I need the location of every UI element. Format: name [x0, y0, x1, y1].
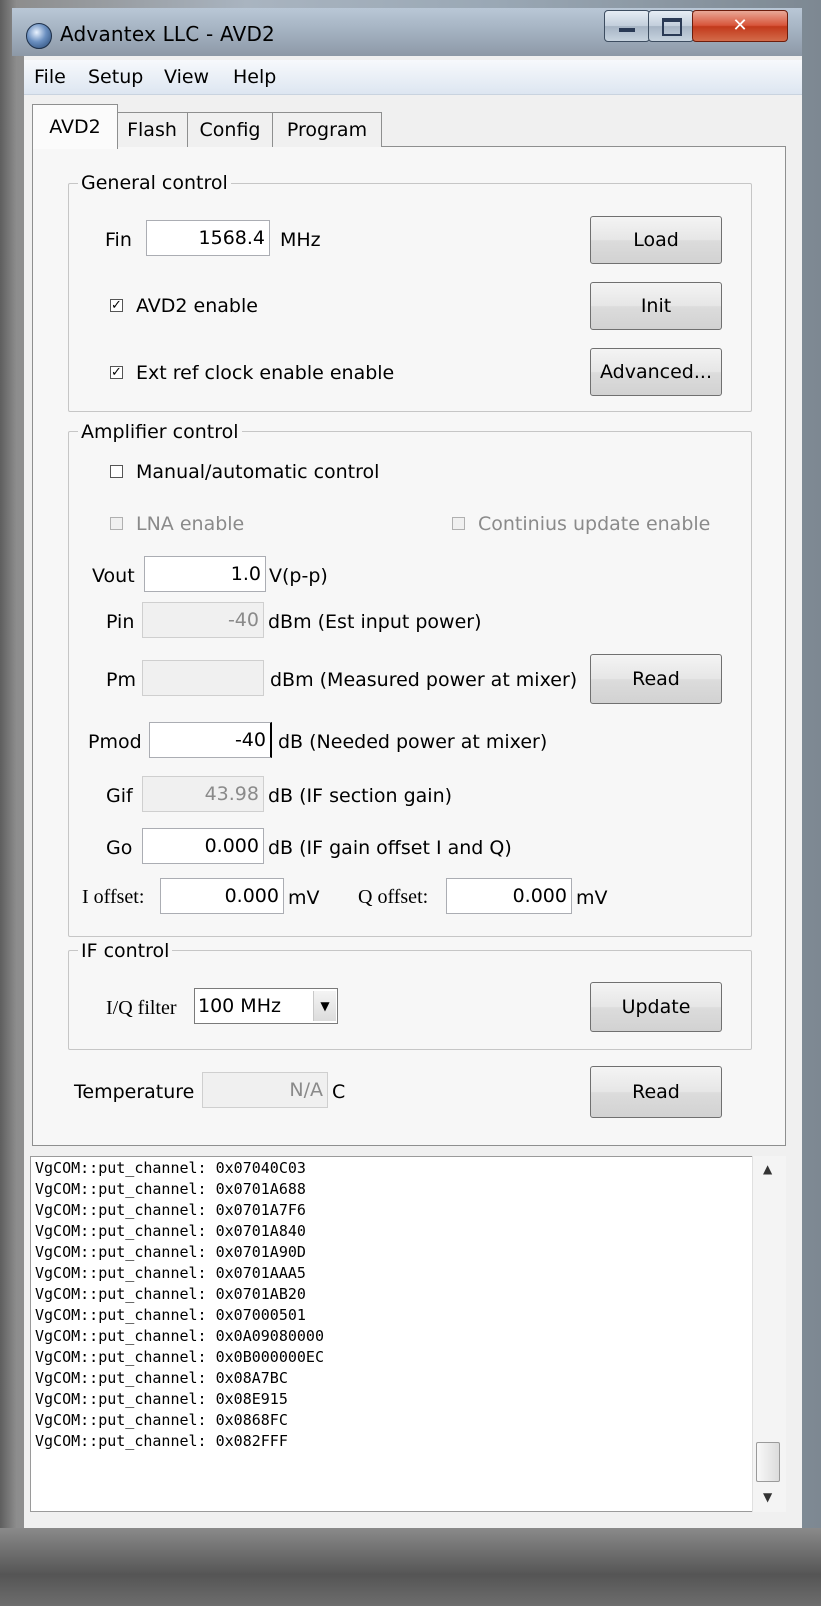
pm-unit: dBm (Measured power at mixer)	[270, 669, 578, 691]
minimize-button[interactable]	[604, 10, 650, 42]
tab-flash[interactable]: Flash	[116, 112, 188, 147]
log-line: VgCOM::put_channel: 0x07000501	[35, 1306, 306, 1324]
log-line: VgCOM::put_channel: 0x08E915	[35, 1390, 288, 1408]
log-line: VgCOM::put_channel: 0x082FFF	[35, 1432, 288, 1450]
pin-unit: dBm (Est input power)	[268, 611, 482, 633]
i-offset-input[interactable]: 0.000	[160, 878, 284, 914]
log-line: VgCOM::put_channel: 0x0701A7F6	[35, 1201, 306, 1219]
window-title: Advantex LLC - AVD2	[60, 22, 275, 46]
log-scroll-thumb[interactable]	[756, 1442, 780, 1482]
iq-filter-select[interactable]: 100 MHz ▼	[194, 988, 338, 1024]
q-offset-unit: mV	[576, 887, 608, 909]
vout-unit: V(p-p)	[269, 565, 328, 587]
manual-control-label: Manual/automatic control	[136, 461, 380, 483]
iq-filter-value: 100 MHz	[198, 995, 281, 1017]
menu-help[interactable]: Help	[233, 66, 276, 88]
tab-config[interactable]: Config	[187, 112, 273, 147]
chevron-down-icon[interactable]: ▼	[313, 991, 336, 1021]
log-line: VgCOM::put_channel: 0x0701A688	[35, 1180, 306, 1198]
log-output[interactable]: VgCOM::put_channel: 0x07040C03 VgCOM::pu…	[30, 1156, 786, 1512]
vout-input[interactable]: 1.0	[144, 556, 266, 592]
app-globe-icon[interactable]	[26, 23, 52, 49]
amplifier-control-title: Amplifier control	[78, 421, 242, 443]
close-icon: ✕	[732, 15, 748, 36]
if-control-title: IF control	[78, 940, 173, 962]
go-unit: dB (IF gain offset I and Q)	[268, 837, 512, 859]
log-line: VgCOM::put_channel: 0x0868FC	[35, 1411, 288, 1429]
tab-program[interactable]: Program	[272, 112, 382, 147]
temperature-unit: C	[332, 1081, 346, 1103]
load-button[interactable]: Load	[590, 216, 722, 264]
fin-unit: MHz	[280, 229, 321, 251]
avd2-enable-checkbox[interactable]: ✓	[110, 299, 123, 312]
read-temperature-button[interactable]: Read	[590, 1066, 722, 1118]
fin-label: Fin	[105, 229, 132, 251]
lna-enable-checkbox[interactable]	[110, 517, 123, 530]
taskbar	[0, 1528, 821, 1606]
fin-input[interactable]: 1568.4	[146, 220, 270, 256]
go-label: Go	[106, 837, 133, 859]
go-input[interactable]: 0.000	[142, 828, 264, 864]
log-line: VgCOM::put_channel: 0x0701AB20	[35, 1285, 306, 1303]
ext-ref-clock-label: Ext ref clock enable enable	[136, 362, 395, 384]
init-button[interactable]: Init	[590, 282, 722, 330]
gif-label: Gif	[106, 785, 133, 807]
pm-label: Pm	[106, 669, 136, 691]
iq-filter-label: I/Q filter	[106, 997, 177, 1019]
read-pm-button[interactable]: Read	[590, 654, 722, 704]
gif-readout: 43.98	[142, 776, 264, 812]
pmod-label: Pmod	[88, 731, 142, 753]
log-line: VgCOM::put_channel: 0x0701A840	[35, 1222, 306, 1240]
log-line: VgCOM::put_channel: 0x0701A90D	[35, 1243, 306, 1261]
q-offset-input[interactable]: 0.000	[446, 878, 572, 914]
continuous-update-label: Continius update enable	[478, 513, 711, 535]
pmod-unit: dB (Needed power at mixer)	[278, 731, 548, 753]
gif-unit: dB (IF section gain)	[268, 785, 453, 807]
close-button[interactable]: ✕	[692, 10, 788, 42]
continuous-update-checkbox[interactable]	[452, 517, 465, 530]
avd2-enable-label: AVD2 enable	[136, 295, 258, 317]
log-line: VgCOM::put_channel: 0x0A09080000	[35, 1327, 324, 1345]
log-line: VgCOM::put_channel: 0x0B000000EC	[35, 1348, 324, 1366]
menu-setup[interactable]: Setup	[88, 66, 143, 88]
vout-label: Vout	[92, 565, 135, 587]
pm-readout	[142, 660, 264, 696]
pin-label: Pin	[106, 611, 135, 633]
maximize-icon	[662, 18, 682, 36]
manual-control-checkbox[interactable]	[110, 465, 123, 478]
log-line: VgCOM::put_channel: 0x0701AAA5	[35, 1264, 306, 1282]
scroll-up-arrow-icon[interactable]: ▲	[763, 1162, 772, 1176]
pmod-input[interactable]: -40	[149, 722, 272, 758]
tab-avd2[interactable]: AVD2	[32, 104, 118, 149]
pin-readout: -40	[142, 602, 264, 638]
update-button[interactable]: Update	[590, 982, 722, 1032]
temperature-readout: N/A	[202, 1072, 328, 1108]
minimize-icon	[619, 28, 635, 32]
general-control-title: General control	[78, 172, 231, 194]
menu-file[interactable]: File	[34, 66, 66, 88]
menu-view[interactable]: View	[164, 66, 209, 88]
i-offset-label: I offset:	[82, 886, 145, 908]
q-offset-label: Q offset:	[358, 886, 429, 908]
lna-enable-label: LNA enable	[136, 513, 245, 535]
temperature-label: Temperature	[74, 1081, 195, 1103]
i-offset-unit: mV	[288, 887, 320, 909]
advanced-button[interactable]: Advanced...	[590, 348, 722, 396]
log-line: VgCOM::put_channel: 0x08A7BC	[35, 1369, 288, 1387]
scroll-down-arrow-icon[interactable]: ▼	[763, 1490, 772, 1504]
ext-ref-clock-checkbox[interactable]: ✓	[110, 366, 123, 379]
maximize-button[interactable]	[648, 10, 694, 42]
log-line: VgCOM::put_channel: 0x07040C03	[35, 1159, 306, 1177]
